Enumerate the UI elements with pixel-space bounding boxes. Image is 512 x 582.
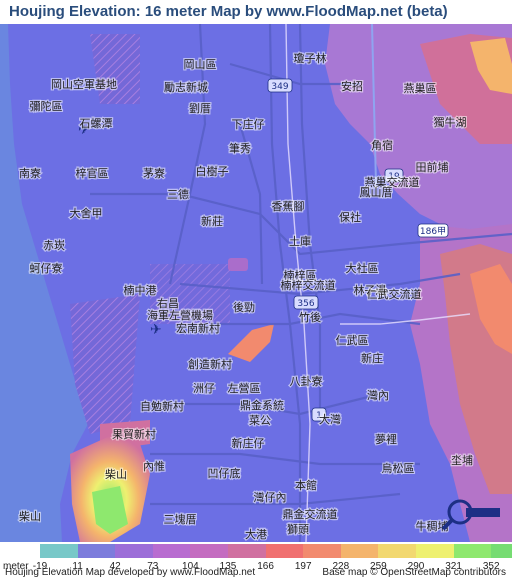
place-label: 凹仔底 xyxy=(208,466,241,480)
place-label: 灣內 xyxy=(367,389,389,402)
map-canvas[interactable]: 349 19 186甲 356 1 ✈ ✈ 岡山區 瓊子林岡山空軍基地 勵志新城 安招… xyxy=(0,24,512,542)
place-label: 大社區 xyxy=(346,261,379,275)
place-label: 大灣 xyxy=(319,412,341,426)
place-label: 右昌 xyxy=(157,296,179,310)
place-label: 下庄仔 xyxy=(232,117,265,131)
place-label: 海軍左營機場 xyxy=(147,308,213,322)
place-label: 後勁 xyxy=(233,300,255,314)
elevation-map[interactable]: 349 19 186甲 356 1 ✈ ✈ 岡山區 瓊子林 岡山空軍基地 勵志新城 安招… xyxy=(0,24,512,542)
place-label: 三德 xyxy=(167,187,189,201)
legend-swatch xyxy=(265,544,304,558)
place-label: 梓官區 xyxy=(76,166,109,180)
legend-swatch xyxy=(378,544,417,558)
place-label: 大港 xyxy=(245,527,267,541)
hwy-349: 349 xyxy=(271,82,288,92)
place-label: 鼎金系統 xyxy=(240,398,284,412)
place-label: 獨牛湖 xyxy=(434,115,467,129)
place-label: 宏南新村 xyxy=(176,321,220,335)
legend-swatch xyxy=(228,544,267,558)
place-label: 白樹子 xyxy=(196,164,229,178)
place-label: 南寮 xyxy=(19,166,41,180)
place-label: 彌陀區 xyxy=(30,99,63,113)
legend-swatch xyxy=(190,544,229,558)
place-label: 仁武交流道 xyxy=(367,287,422,301)
place-label: 岡山區 xyxy=(184,58,217,71)
place-label: 鼎金交流道 xyxy=(283,507,338,521)
place-label: 勵志新城 xyxy=(164,80,208,94)
place-label: 果貿新村 xyxy=(112,427,156,441)
place-label: 坔埔 xyxy=(451,453,473,467)
place-label: 岡山空軍基地 xyxy=(51,77,117,91)
place-label: 本館 xyxy=(295,478,317,492)
footer: Houjing Elevation Map developed by www.F… xyxy=(0,565,512,582)
place-label: 夢裡 xyxy=(375,432,397,446)
legend-swatch xyxy=(491,544,512,558)
place-label: 柴山 xyxy=(105,467,127,481)
page-title: Houjing Elevation: 16 meter Map by www.F… xyxy=(0,0,512,24)
place-label: 菜公 xyxy=(249,414,271,427)
place-label: 赤崁 xyxy=(43,239,65,252)
place-label: 蚵仔寮 xyxy=(30,261,63,275)
legend-swatch xyxy=(340,544,379,558)
place-label: 烏松區 xyxy=(382,461,415,475)
place-label: 洲仔 xyxy=(193,382,215,395)
footer-attribution[interactable]: Base map © OpenStreetMap contributors xyxy=(322,567,506,578)
place-label: 楠梓交流道 xyxy=(281,278,336,292)
place-label: 創造新村 xyxy=(188,357,232,371)
place-label: 安招 xyxy=(341,79,363,93)
place-label: 劉厝 xyxy=(189,101,211,115)
hwy-186: 186甲 xyxy=(420,226,446,237)
place-label: 仁武區 xyxy=(336,334,369,347)
legend-swatch xyxy=(115,544,154,558)
place-label: 鳳山厝 xyxy=(360,186,393,199)
place-label: 香蕉腳 xyxy=(272,200,305,213)
place-label: 左營區 xyxy=(228,382,261,395)
place-label: 內惟 xyxy=(143,460,165,473)
magnifier-icon[interactable] xyxy=(440,498,502,530)
place-label: 八卦寮 xyxy=(290,374,323,388)
place-label: 保社 xyxy=(339,210,361,224)
place-label: 新庄仔 xyxy=(232,436,265,450)
legend-swatch xyxy=(303,544,342,558)
place-label: 楠中港 xyxy=(124,283,157,297)
place-label: 瓊子林 xyxy=(294,51,327,65)
legend-swatch xyxy=(152,544,191,558)
place-label: 三塊厝 xyxy=(164,513,197,526)
airport-icon: ✈ xyxy=(150,321,162,337)
page: Houjing Elevation: 16 meter Map by www.F… xyxy=(0,0,512,582)
place-label: 獅頭 xyxy=(287,522,309,536)
legend-swatch xyxy=(40,544,79,558)
place-label: 新庄 xyxy=(361,351,383,365)
place-label: 茅寮 xyxy=(143,166,165,180)
footer-credit[interactable]: Houjing Elevation Map developed by www.F… xyxy=(5,567,255,578)
place-label: 竹後 xyxy=(299,310,321,324)
place-label: 田前埔 xyxy=(416,160,449,174)
place-label: 土庫 xyxy=(289,234,311,248)
place-label: 自勉新村 xyxy=(140,399,184,413)
legend-swatch xyxy=(453,544,492,558)
place-label: 柴山 xyxy=(19,509,41,523)
hwy-356: 356 xyxy=(297,299,314,309)
legend-swatch xyxy=(416,544,455,558)
place-label: 大舍甲 xyxy=(70,206,103,220)
place-label: 筆秀 xyxy=(229,141,251,155)
place-label: 石螺潭 xyxy=(80,117,113,130)
place-label: 灣仔內 xyxy=(254,491,287,504)
place-label: 燕巢區 xyxy=(404,82,437,95)
place-label: 新莊 xyxy=(201,214,223,228)
legend-swatch xyxy=(77,544,116,558)
place-label: 角宿 xyxy=(371,138,393,152)
